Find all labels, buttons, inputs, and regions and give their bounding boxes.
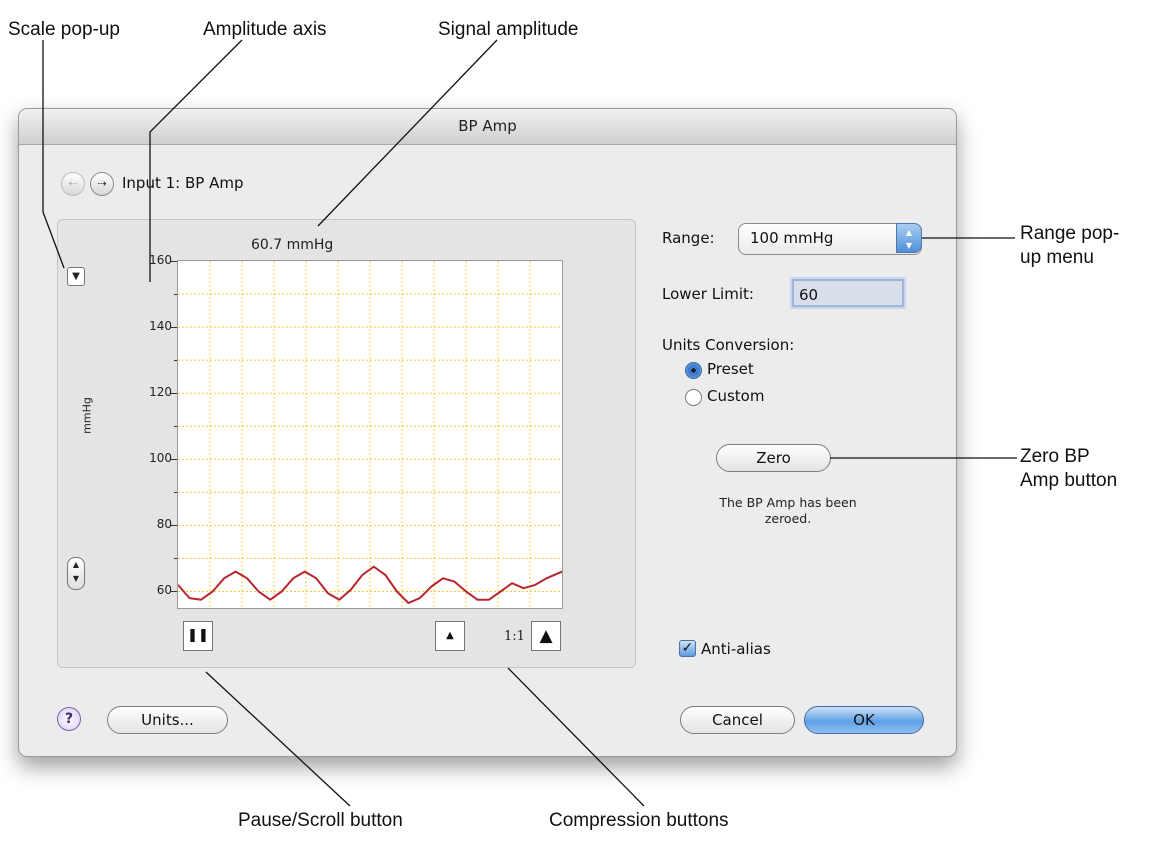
large-peak-icon: ▲ [539, 626, 553, 646]
range-value: 100 mmHg [750, 229, 834, 247]
signal-plot [177, 260, 563, 609]
antialias-label: Anti-alias [701, 640, 771, 658]
y-tick-label: 120 [149, 385, 172, 400]
preset-radio[interactable] [685, 362, 702, 379]
expand-button[interactable]: ▲ [531, 621, 561, 651]
y-tick-label: 140 [149, 319, 172, 334]
help-button[interactable]: ? [57, 707, 81, 731]
bp-amp-dialog: BP Amp ⇠ ⇢ Input 1: BP Amp 60.7 mmHg ▼ ▲… [18, 108, 957, 757]
right-arrow-icon: ⇢ [97, 177, 107, 190]
callout-zero-button: Zero BP Amp button [1020, 445, 1117, 493]
lower-limit-field[interactable]: 60 [792, 279, 904, 307]
small-peak-icon: ▲ [446, 630, 454, 641]
stepper-arrows-icon: ▲ ▼ [72, 560, 80, 583]
callout-scale-popup: Scale pop-up [8, 19, 120, 40]
range-label: Range: [662, 229, 715, 247]
range-popup-menu[interactable]: 100 mmHg ▲ ▼ [738, 223, 922, 255]
scale-popup-button[interactable]: ▼ [67, 267, 85, 286]
pause-icon: ❚❚ [187, 628, 209, 643]
callout-pause-scroll: Pause/Scroll button [238, 810, 403, 831]
signal-amplitude-readout: 60.7 mmHg [251, 237, 334, 253]
plot-svg [177, 261, 563, 608]
antialias-checkbox[interactable]: ✓ [679, 640, 696, 657]
compress-button[interactable]: ▲ [435, 621, 465, 651]
back-arrow-button[interactable]: ⇠ [61, 172, 85, 196]
input-title: Input 1: BP Amp [122, 174, 244, 192]
y-tick-label: 60 [156, 583, 172, 598]
updown-arrows-icon: ▲ ▼ [896, 223, 922, 253]
triangle-down-icon: ▼ [72, 271, 80, 282]
callout-amplitude-axis: Amplitude axis [203, 19, 327, 40]
checkmark-icon: ✓ [681, 640, 694, 656]
callout-zero-button-line1: Zero BP [1020, 446, 1090, 467]
units-conversion-label: Units Conversion: [662, 336, 795, 354]
callout-range-popup-line1: Range pop- [1020, 223, 1120, 244]
custom-radio[interactable] [685, 389, 702, 406]
y-tick-label: 160 [149, 253, 172, 267]
cancel-button[interactable]: Cancel [680, 706, 795, 734]
lower-limit-label: Lower Limit: [662, 285, 754, 303]
compression-ratio: 1:1 [504, 629, 525, 644]
axis-unit-label: mmHg [80, 397, 94, 434]
units-button[interactable]: Units... [107, 706, 228, 734]
callout-signal-amplitude: Signal amplitude [438, 19, 579, 40]
callout-compression: Compression buttons [549, 810, 729, 831]
left-arrow-icon: ⇠ [68, 177, 78, 190]
preset-label: Preset [707, 360, 754, 378]
zero-button[interactable]: Zero [716, 444, 831, 472]
window-title: BP Amp [19, 109, 956, 145]
callout-range-popup: Range pop- up menu [1020, 222, 1119, 270]
callout-zero-button-line2: Amp button [1020, 470, 1118, 491]
callout-range-popup-line2: up menu [1020, 247, 1094, 268]
ok-button[interactable]: OK [804, 706, 924, 734]
scale-stepper[interactable]: ▲ ▼ [67, 557, 85, 590]
custom-label: Custom [707, 387, 765, 405]
status-line-1: The BP Amp has been [719, 495, 857, 510]
y-tick-label: 100 [149, 451, 172, 466]
status-line-2: zeroed. [764, 511, 812, 526]
zero-status-text: The BP Amp has been zeroed. [673, 495, 903, 527]
pause-scroll-button[interactable]: ❚❚ [183, 621, 213, 651]
y-tick-label: 80 [156, 517, 172, 532]
forward-arrow-button[interactable]: ⇢ [90, 172, 114, 196]
